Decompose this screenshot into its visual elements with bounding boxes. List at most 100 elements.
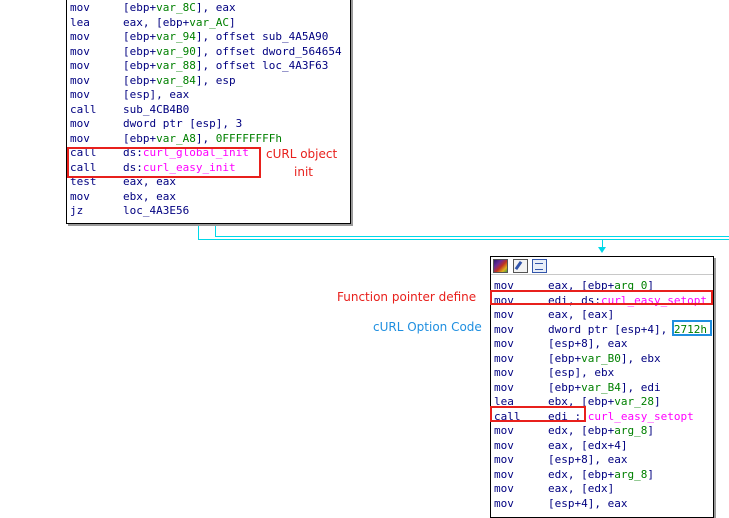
operands: [ebp+var_90], offset dword_564654 <box>123 45 342 60</box>
edit-pencil-icon[interactable] <box>513 259 528 273</box>
variable-reference[interactable]: arg_8 <box>614 424 647 437</box>
mnemonic: mov <box>70 189 90 203</box>
flow-edge-horizontal <box>198 239 729 240</box>
variable-reference[interactable]: var_8C <box>156 1 196 14</box>
flow-edge-left-vertical <box>198 223 199 240</box>
disassembly-block-1[interactable]: mov [ebp+var_8C], eax lea eax, [ebp+var_AC]… <box>66 0 351 224</box>
operand-text: ], offset dword_564654 <box>195 44 342 58</box>
operand-text: ], <box>195 131 216 145</box>
operands: eax, [edx+4] <box>548 439 627 454</box>
operands: [ebp+var_94], offset sub_4A5A90 <box>123 30 328 45</box>
operand-text: dword ptr [esp], 3 <box>123 117 243 130</box>
operands: dword ptr [esp], 3 <box>123 117 242 132</box>
operand-text: dword ptr [esp+4], <box>548 322 674 336</box>
operands: eax, [edx] <box>548 482 614 497</box>
flow-edge-inner-horizontal <box>215 236 729 237</box>
mnemonic: mov <box>70 44 90 58</box>
mnemonic: mov <box>494 351 514 365</box>
operand-text: [ebp+ <box>548 351 582 365</box>
function-pointer-annotation: Function pointer define <box>337 290 477 304</box>
flow-edge-inner-vertical <box>215 223 216 237</box>
mnemonic: mov <box>70 117 90 130</box>
operands: [esp+8], eax <box>548 453 627 468</box>
operand-text: edx, [ebp+ <box>548 424 615 437</box>
mnemonic: mov <box>70 88 90 101</box>
mnemonic: mov <box>494 453 514 466</box>
operand-text: [ebp+ <box>123 59 157 72</box>
operand-text: [ebp+ <box>123 131 157 145</box>
operand-text: ], edi <box>620 380 661 394</box>
operand-text[interactable]: 0FFFFFFFFh <box>216 132 282 145</box>
option-code-highlight-box <box>672 320 712 336</box>
operand-text: [esp+8], eax <box>548 337 628 350</box>
operand-text: [esp], ebx <box>548 366 615 379</box>
operands: eax, [ebp+var_AC] <box>123 16 236 31</box>
operand-text: edx, [ebp+ <box>548 467 615 481</box>
mnemonic: lea <box>70 15 90 29</box>
mnemonic: mov <box>494 322 514 336</box>
operand-text: ] <box>647 467 654 481</box>
operand-text: ], ebx <box>620 351 661 365</box>
operand-text: [esp+4], eax <box>548 496 628 510</box>
curl-object-annotation-line2: init <box>294 165 313 179</box>
variable-reference[interactable]: var_94 <box>156 30 196 43</box>
function-reference[interactable]: curl_easy_setopt <box>588 410 694 423</box>
operands: [ebp+var_A8], 0FFFFFFFFh <box>123 132 282 147</box>
mnemonic: mov <box>70 59 90 72</box>
operands: [esp], eax <box>123 88 189 103</box>
mnemonic: jz <box>70 204 84 217</box>
variable-reference[interactable]: var_B4 <box>581 381 621 394</box>
code-view-icon[interactable] <box>532 259 547 273</box>
operand-text: sub_4CB4B0 <box>123 102 190 116</box>
operand-text: [esp+8], eax <box>548 453 628 466</box>
operand-text: [ebp+ <box>548 380 582 394</box>
variable-reference[interactable]: var_28 <box>614 395 654 408</box>
mnemonic: mov <box>70 30 90 43</box>
operands: [ebp+var_B0], ebx <box>548 352 661 367</box>
variable-reference[interactable]: var_A8 <box>156 132 196 145</box>
operand-text: [ebp+ <box>123 73 157 87</box>
operand-text: ], esp <box>195 73 236 87</box>
operands: [ebp+var_8C], eax <box>123 1 236 16</box>
flow-arrowhead-icon <box>598 247 606 253</box>
call-setopt-highlight-box <box>490 406 586 422</box>
operand-text: ] <box>647 424 654 437</box>
mnemonic: mov <box>494 467 514 481</box>
operand-text: loc_4A3E56 <box>123 204 190 217</box>
mnemonic: mov <box>494 424 514 437</box>
operands: edx, [ebp+arg_8] <box>548 468 654 483</box>
mnemonic: call <box>70 102 97 116</box>
mnemonic: mov <box>494 438 514 452</box>
graph-color-icon[interactable] <box>493 259 508 273</box>
option-code-annotation: cURL Option Code <box>373 320 482 334</box>
operands: [esp+8], eax <box>548 337 627 352</box>
variable-reference[interactable]: var_90 <box>156 45 196 58</box>
mnemonic: mov <box>70 73 90 87</box>
variable-reference[interactable]: var_84 <box>156 74 196 87</box>
operand-text: eax, [eax] <box>548 308 615 321</box>
operand-text: ] <box>228 15 236 29</box>
operands: ebx, eax <box>123 190 176 205</box>
operand-text: ], offset loc_4A3F63 <box>195 59 329 72</box>
operand-text: eax, [edx+4] <box>548 438 628 452</box>
operand-text: eax, [edx] <box>548 482 615 495</box>
operand-text: [ebp+ <box>123 30 157 43</box>
variable-reference[interactable]: var_B0 <box>581 352 621 365</box>
operands: [ebp+var_84], esp <box>123 74 236 89</box>
variable-reference[interactable]: var_88 <box>156 59 196 72</box>
block-2-toolbar <box>491 257 713 275</box>
operand-text: [ebp+ <box>123 44 157 58</box>
mnemonic: mov <box>494 337 514 350</box>
operands: eax, [eax] <box>548 308 614 323</box>
mnemonic: mov <box>494 482 514 495</box>
operands: loc_4A3E56 <box>123 204 189 219</box>
mnemonic: mov <box>70 131 90 145</box>
operand-text: eax, [ebp+ <box>123 15 190 29</box>
function-pointer-highlight-box <box>490 290 713 305</box>
mnemonic: mov <box>70 1 90 14</box>
variable-reference[interactable]: var_AC <box>189 16 229 29</box>
operand-text: [ebp+ <box>123 1 157 14</box>
operand-text: [esp], eax <box>123 88 190 101</box>
variable-reference[interactable]: arg_8 <box>614 468 647 481</box>
operands: sub_4CB4B0 <box>123 103 189 118</box>
